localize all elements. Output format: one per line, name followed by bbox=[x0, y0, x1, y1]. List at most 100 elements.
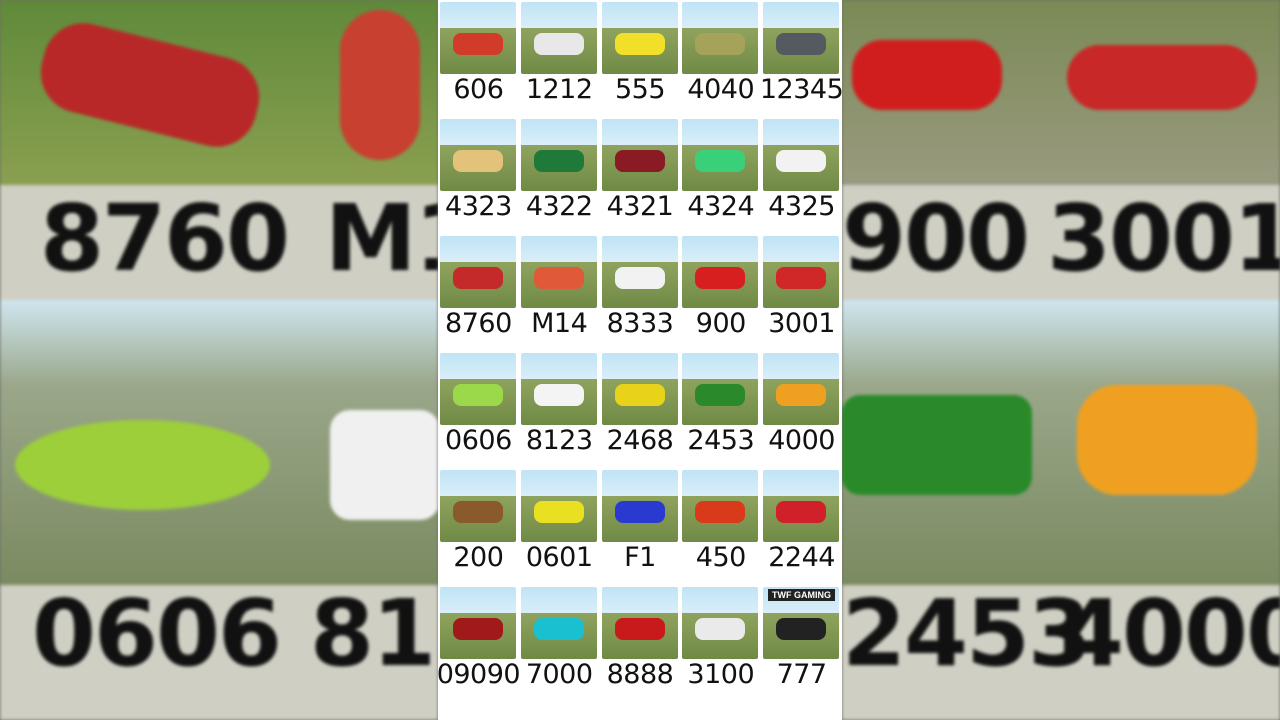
vehicle-tile[interactable]: 0606 bbox=[438, 351, 519, 468]
vehicle-thumbnail bbox=[440, 353, 516, 425]
vehicle-tile[interactable]: 09090 bbox=[438, 585, 521, 702]
vehicle-thumbnail bbox=[682, 2, 759, 74]
vehicle-tile[interactable]: 4321 bbox=[600, 117, 681, 234]
vehicle-tile[interactable]: 0601 bbox=[519, 468, 600, 585]
ufo-icon bbox=[453, 383, 503, 406]
vehicle-code-label: 3001 bbox=[768, 308, 835, 339]
speedboat-icon bbox=[776, 266, 827, 289]
sport-bike-icon bbox=[533, 617, 584, 640]
vehicle-thumbnail bbox=[440, 119, 516, 191]
vehicle-tile[interactable]: 2453 bbox=[680, 351, 761, 468]
vehicle-thumbnail bbox=[682, 236, 759, 308]
vehicle-code-label: 4000 bbox=[768, 425, 835, 456]
vehicle-thumbnail bbox=[520, 470, 597, 542]
vehicle-tile[interactable]: M14 bbox=[519, 234, 600, 351]
vehicle-tile[interactable]: 4324 bbox=[680, 117, 761, 234]
cruiser-bike-icon bbox=[776, 617, 827, 640]
vehicle-tile[interactable]: 8888 bbox=[600, 585, 681, 702]
cartoon-characters-icon bbox=[533, 266, 584, 289]
bg-number: 8760 bbox=[40, 185, 290, 292]
background-right-panel: 900 3001 2453 4000 bbox=[842, 0, 1280, 720]
vehicle-code-label: 450 bbox=[695, 542, 747, 573]
vehicle-tile[interactable]: 450 bbox=[680, 468, 761, 585]
vehicle-code-label: 8123 bbox=[525, 425, 593, 456]
green-suv-icon bbox=[695, 383, 746, 406]
vehicle-thumbnail bbox=[520, 236, 597, 308]
monster-truck-icon bbox=[453, 617, 503, 640]
bg-car-shape bbox=[330, 410, 438, 520]
bg-ufo-shape bbox=[15, 420, 270, 510]
vehicle-code-label: 4322 bbox=[525, 191, 593, 222]
vehicle-code-label: 3100 bbox=[687, 659, 755, 690]
tank-icon bbox=[695, 32, 746, 55]
vehicle-code-label: 2453 bbox=[687, 425, 755, 456]
hypercar-icon bbox=[614, 149, 665, 172]
vehicle-tile[interactable]: 4040 bbox=[680, 0, 761, 117]
bg-supercar-shape bbox=[1077, 385, 1257, 495]
vehicle-code-label: 8333 bbox=[606, 308, 674, 339]
vehicle-thumbnail bbox=[682, 119, 759, 191]
vehicle-thumbnail bbox=[763, 236, 840, 308]
vehicle-code-label: M14 bbox=[531, 308, 588, 339]
vehicle-tile[interactable]: 606 bbox=[438, 0, 519, 117]
vehicle-tile[interactable]: 3100 bbox=[680, 585, 761, 702]
bg-red-car-shape bbox=[852, 40, 1002, 110]
vehicle-thumbnail bbox=[763, 119, 840, 191]
vehicle-tile[interactable]: 3001 bbox=[761, 234, 842, 351]
vehicle-tile[interactable]: 4000 bbox=[761, 351, 842, 468]
bg-suv-shape bbox=[842, 395, 1032, 495]
vehicle-thumbnail bbox=[520, 587, 597, 659]
vehicle-tile[interactable]: 12345 bbox=[760, 0, 842, 117]
vehicle-code-label: 0601 bbox=[525, 542, 593, 573]
white-car-icon bbox=[614, 266, 665, 289]
vehicle-tile[interactable]: 1212 bbox=[519, 0, 600, 117]
vehicle-tile[interactable]: 4322 bbox=[519, 117, 600, 234]
vehicle-thumbnail bbox=[440, 470, 516, 542]
vehicle-tile[interactable]: 900 bbox=[680, 234, 761, 351]
vehicle-tile[interactable]: 4323 bbox=[438, 117, 519, 234]
rocket-icon bbox=[453, 266, 503, 289]
race-car-icon bbox=[453, 149, 503, 172]
vehicle-code-label: 4325 bbox=[768, 191, 835, 222]
formula-car-icon bbox=[614, 500, 665, 523]
truck-icon bbox=[533, 32, 584, 55]
vehicle-thumbnail bbox=[601, 119, 678, 191]
vehicle-tile[interactable]: 8333 bbox=[600, 234, 681, 351]
vehicle-tile[interactable]: 8123 bbox=[519, 351, 600, 468]
vehicle-code-label: 4321 bbox=[606, 191, 674, 222]
fire-truck-icon bbox=[453, 32, 503, 55]
vehicle-thumbnail bbox=[763, 353, 840, 425]
vehicle-tile[interactable]: 7000 bbox=[519, 585, 600, 702]
vehicle-tile[interactable]: 200 bbox=[438, 468, 519, 585]
vehicle-tile[interactable]: 555 bbox=[600, 0, 681, 117]
vehicle-code-label: 2244 bbox=[768, 542, 835, 573]
vehicle-code-label: 7000 bbox=[525, 659, 593, 690]
sports-car-icon bbox=[533, 149, 584, 172]
bg-character-shape bbox=[340, 10, 420, 160]
bg-number: 4000 bbox=[1060, 580, 1280, 687]
vehicle-code-label: F1 bbox=[624, 542, 656, 573]
airplane-icon bbox=[614, 32, 665, 55]
vehicle-code-label: 4324 bbox=[687, 191, 755, 222]
motorcycle-icon bbox=[614, 617, 665, 640]
gunship-icon bbox=[776, 32, 827, 55]
bg-number: 900 bbox=[842, 185, 1030, 292]
dog-icon bbox=[453, 500, 503, 523]
vehicle-tile[interactable]: 777 bbox=[761, 585, 842, 702]
vehicle-thumbnail bbox=[763, 470, 840, 542]
vehicle-thumbnail bbox=[601, 587, 678, 659]
bg-number: 2453 bbox=[842, 580, 1092, 687]
vehicle-code-label: 777 bbox=[776, 659, 828, 690]
vehicle-tile[interactable]: 8760 bbox=[438, 234, 519, 351]
vehicle-tile[interactable]: 2244 bbox=[761, 468, 842, 585]
vehicle-code-label: 8888 bbox=[606, 659, 674, 690]
vehicle-code-label: 2468 bbox=[606, 425, 674, 456]
vehicle-thumbnail bbox=[520, 353, 597, 425]
vehicle-code-label: 200 bbox=[453, 542, 504, 573]
vehicle-tile[interactable]: 4325 bbox=[761, 117, 842, 234]
police-car-icon bbox=[776, 149, 827, 172]
vehicle-tile[interactable]: 2468 bbox=[600, 351, 681, 468]
vehicle-tile[interactable]: F1 bbox=[600, 468, 681, 585]
vehicle-code-label: 09090 bbox=[438, 659, 521, 690]
vehicle-thumbnail bbox=[520, 119, 597, 191]
